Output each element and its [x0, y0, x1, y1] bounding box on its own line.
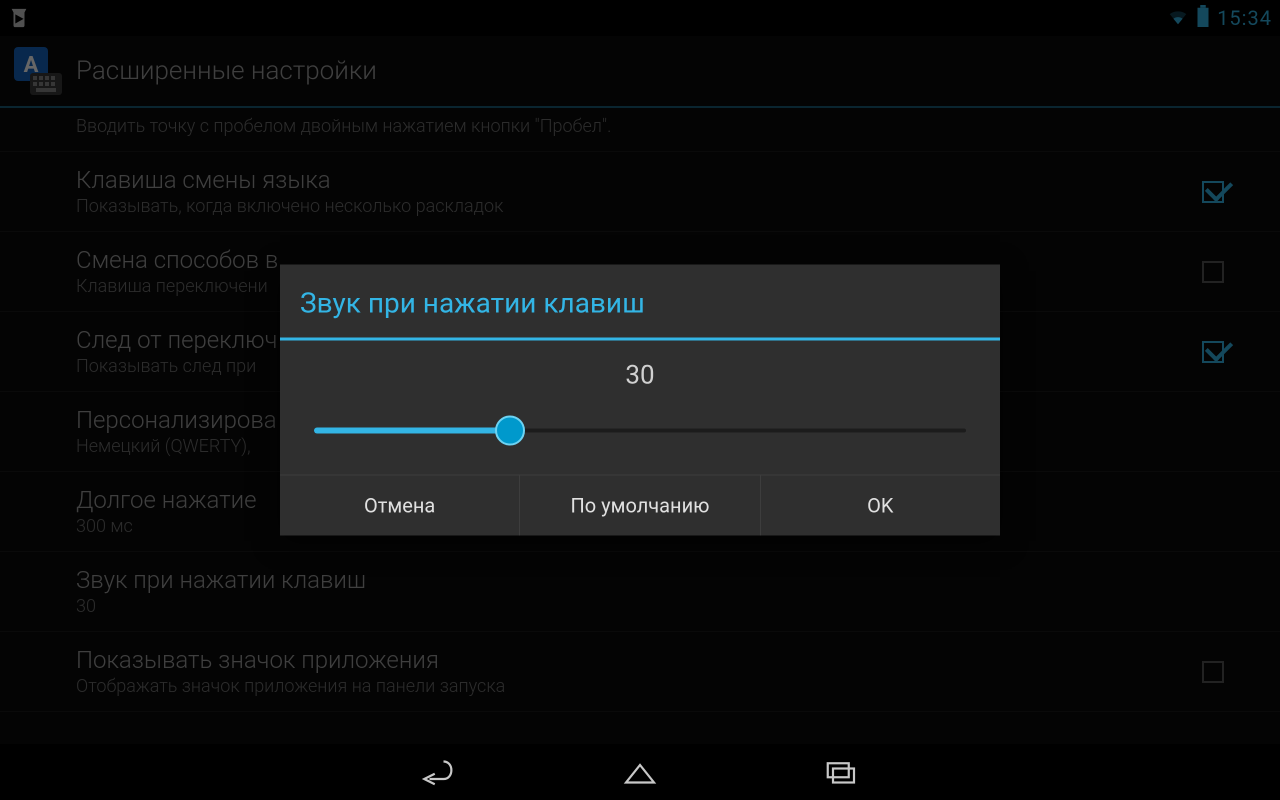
sound-volume-dialog: Звук при нажатии клавиш 30 Отмена По умо… — [280, 265, 1000, 536]
volume-slider[interactable] — [314, 421, 966, 441]
ok-button[interactable]: OK — [761, 476, 1000, 536]
default-button[interactable]: По умолчанию — [520, 476, 760, 536]
home-icon[interactable] — [620, 756, 660, 788]
back-icon[interactable] — [420, 756, 460, 788]
dialog-value: 30 — [280, 341, 1000, 401]
slider-thumb[interactable] — [495, 416, 525, 446]
navigation-bar — [0, 744, 1280, 800]
recent-apps-icon[interactable] — [820, 756, 860, 788]
dialog-title: Звук при нажатии клавиш — [280, 265, 1000, 341]
cancel-button[interactable]: Отмена — [280, 476, 520, 536]
dialog-button-row: Отмена По умолчанию OK — [280, 475, 1000, 536]
slider-track-fill — [314, 428, 510, 434]
